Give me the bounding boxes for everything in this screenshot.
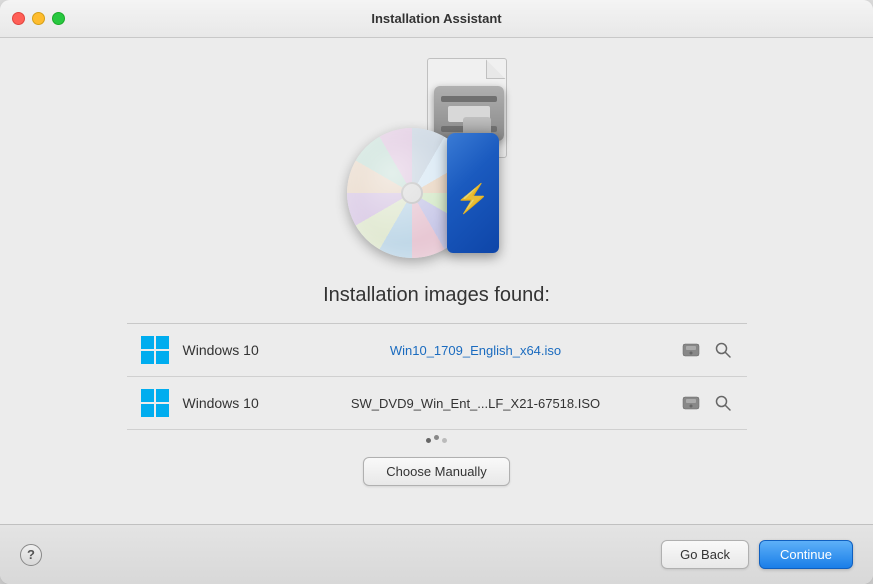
images-table: Windows 10 Win10_1709_English_x64.iso [127,323,747,451]
file-name: SW_DVD9_Win_Ent_...LF_X21-67518.ISO [285,396,667,411]
row-actions [679,338,735,362]
hero-image: ⚡ [337,58,537,268]
spinner-dot-1 [426,438,431,443]
windows-logo-icon [139,334,171,366]
window-title: Installation Assistant [371,11,501,26]
file-link[interactable]: Win10_1709_English_x64.iso [285,343,667,358]
disk-icon[interactable] [679,391,703,415]
traffic-lights [12,12,65,25]
row-actions [679,391,735,415]
os-name: Windows 10 [183,395,273,411]
spinner-dot-3 [442,438,447,443]
os-name: Windows 10 [183,342,273,358]
main-window: Installation Assistant [0,0,873,584]
bottom-buttons: Go Back Continue [661,540,853,569]
help-button[interactable]: ? [20,544,42,566]
minimize-button[interactable] [32,12,45,25]
usb-icon: ⚡ [447,133,507,263]
spinner-dot-2 [434,435,439,440]
search-icon[interactable] [711,391,735,415]
title-bar: Installation Assistant [0,0,873,38]
disk-icon[interactable] [679,338,703,362]
content-area: ⚡ Installation images found: Windows 10 [0,38,873,524]
continue-button[interactable]: Continue [759,540,853,569]
windows-logo-icon [139,387,171,419]
usb-symbol: ⚡ [455,182,490,215]
loading-spinner [127,430,747,451]
bottom-bar: ? Go Back Continue [0,524,873,584]
close-button[interactable] [12,12,25,25]
search-icon[interactable] [711,338,735,362]
table-row: Windows 10 Win10_1709_English_x64.iso [127,324,747,377]
table-row: Windows 10 SW_DVD9_Win_Ent_...LF_X21-675… [127,377,747,430]
choose-manually-button[interactable]: Choose Manually [363,457,509,486]
zoom-button[interactable] [52,12,65,25]
go-back-button[interactable]: Go Back [661,540,749,569]
page-heading: Installation images found: [323,284,550,307]
